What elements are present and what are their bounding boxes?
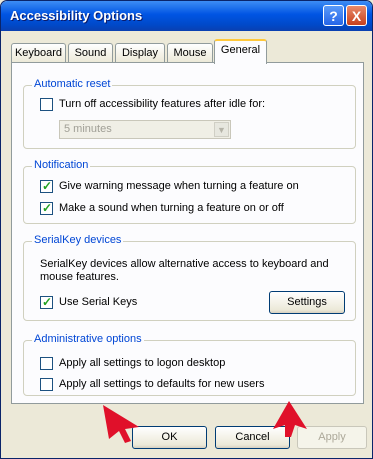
close-button[interactable]: X [346,5,367,26]
window-title: Accessibility Options [10,8,143,23]
red-arrow-icon [103,405,139,443]
chevron-down-icon[interactable]: ▼ [214,122,229,137]
make-sound-checkbox[interactable] [40,201,53,215]
idle-time-value: 5 minutes [64,123,112,135]
apply-defaults-new-users-label: Apply all settings to defaults for new u… [59,378,265,390]
administrative-options-title: Administrative options [32,333,144,345]
serialkey-title: SerialKey devices [32,234,124,246]
tab-general[interactable]: General [214,39,267,64]
tab-keyboard[interactable]: Keyboard [11,43,66,62]
notification-title: Notification [32,159,91,171]
serialkey-settings-button[interactable]: Settings [269,291,345,314]
serialkey-description-line2: mouse features. [40,271,119,283]
make-sound-label: Make a sound when turning a feature on o… [59,202,284,214]
tab-display[interactable]: Display [115,43,165,62]
apply-defaults-new-users-checkbox[interactable] [40,378,53,391]
automatic-reset-title: Automatic reset [32,78,113,90]
title-bar: Accessibility Options ? X [1,1,372,31]
red-arrow-icon [273,401,307,437]
idle-reset-checkbox[interactable] [40,98,53,111]
use-serial-keys-checkbox[interactable] [40,295,53,309]
accessibility-options-dialog: Accessibility Options ? X Keyboard Sound… [0,0,373,459]
help-button[interactable]: ? [323,5,344,26]
idle-time-select[interactable]: 5 minutes ▼ [59,120,231,139]
notification-group: Notification [23,159,356,224]
tab-mouse[interactable]: Mouse [167,43,213,62]
ok-button[interactable]: OK [132,426,207,449]
automatic-reset-group: Automatic reset [23,78,356,149]
use-serial-keys-label: Use Serial Keys [59,296,138,308]
idle-reset-label: Turn off accessibility features after id… [59,98,266,110]
tab-sound[interactable]: Sound [68,43,113,62]
warning-message-label: Give warning message when turning a feat… [59,180,299,192]
warning-message-checkbox[interactable] [40,179,53,193]
apply-logon-desktop-checkbox[interactable] [40,357,53,370]
apply-logon-desktop-label: Apply all settings to logon desktop [59,357,226,369]
serialkey-description-line1: SerialKey devices allow alternative acce… [40,258,329,270]
